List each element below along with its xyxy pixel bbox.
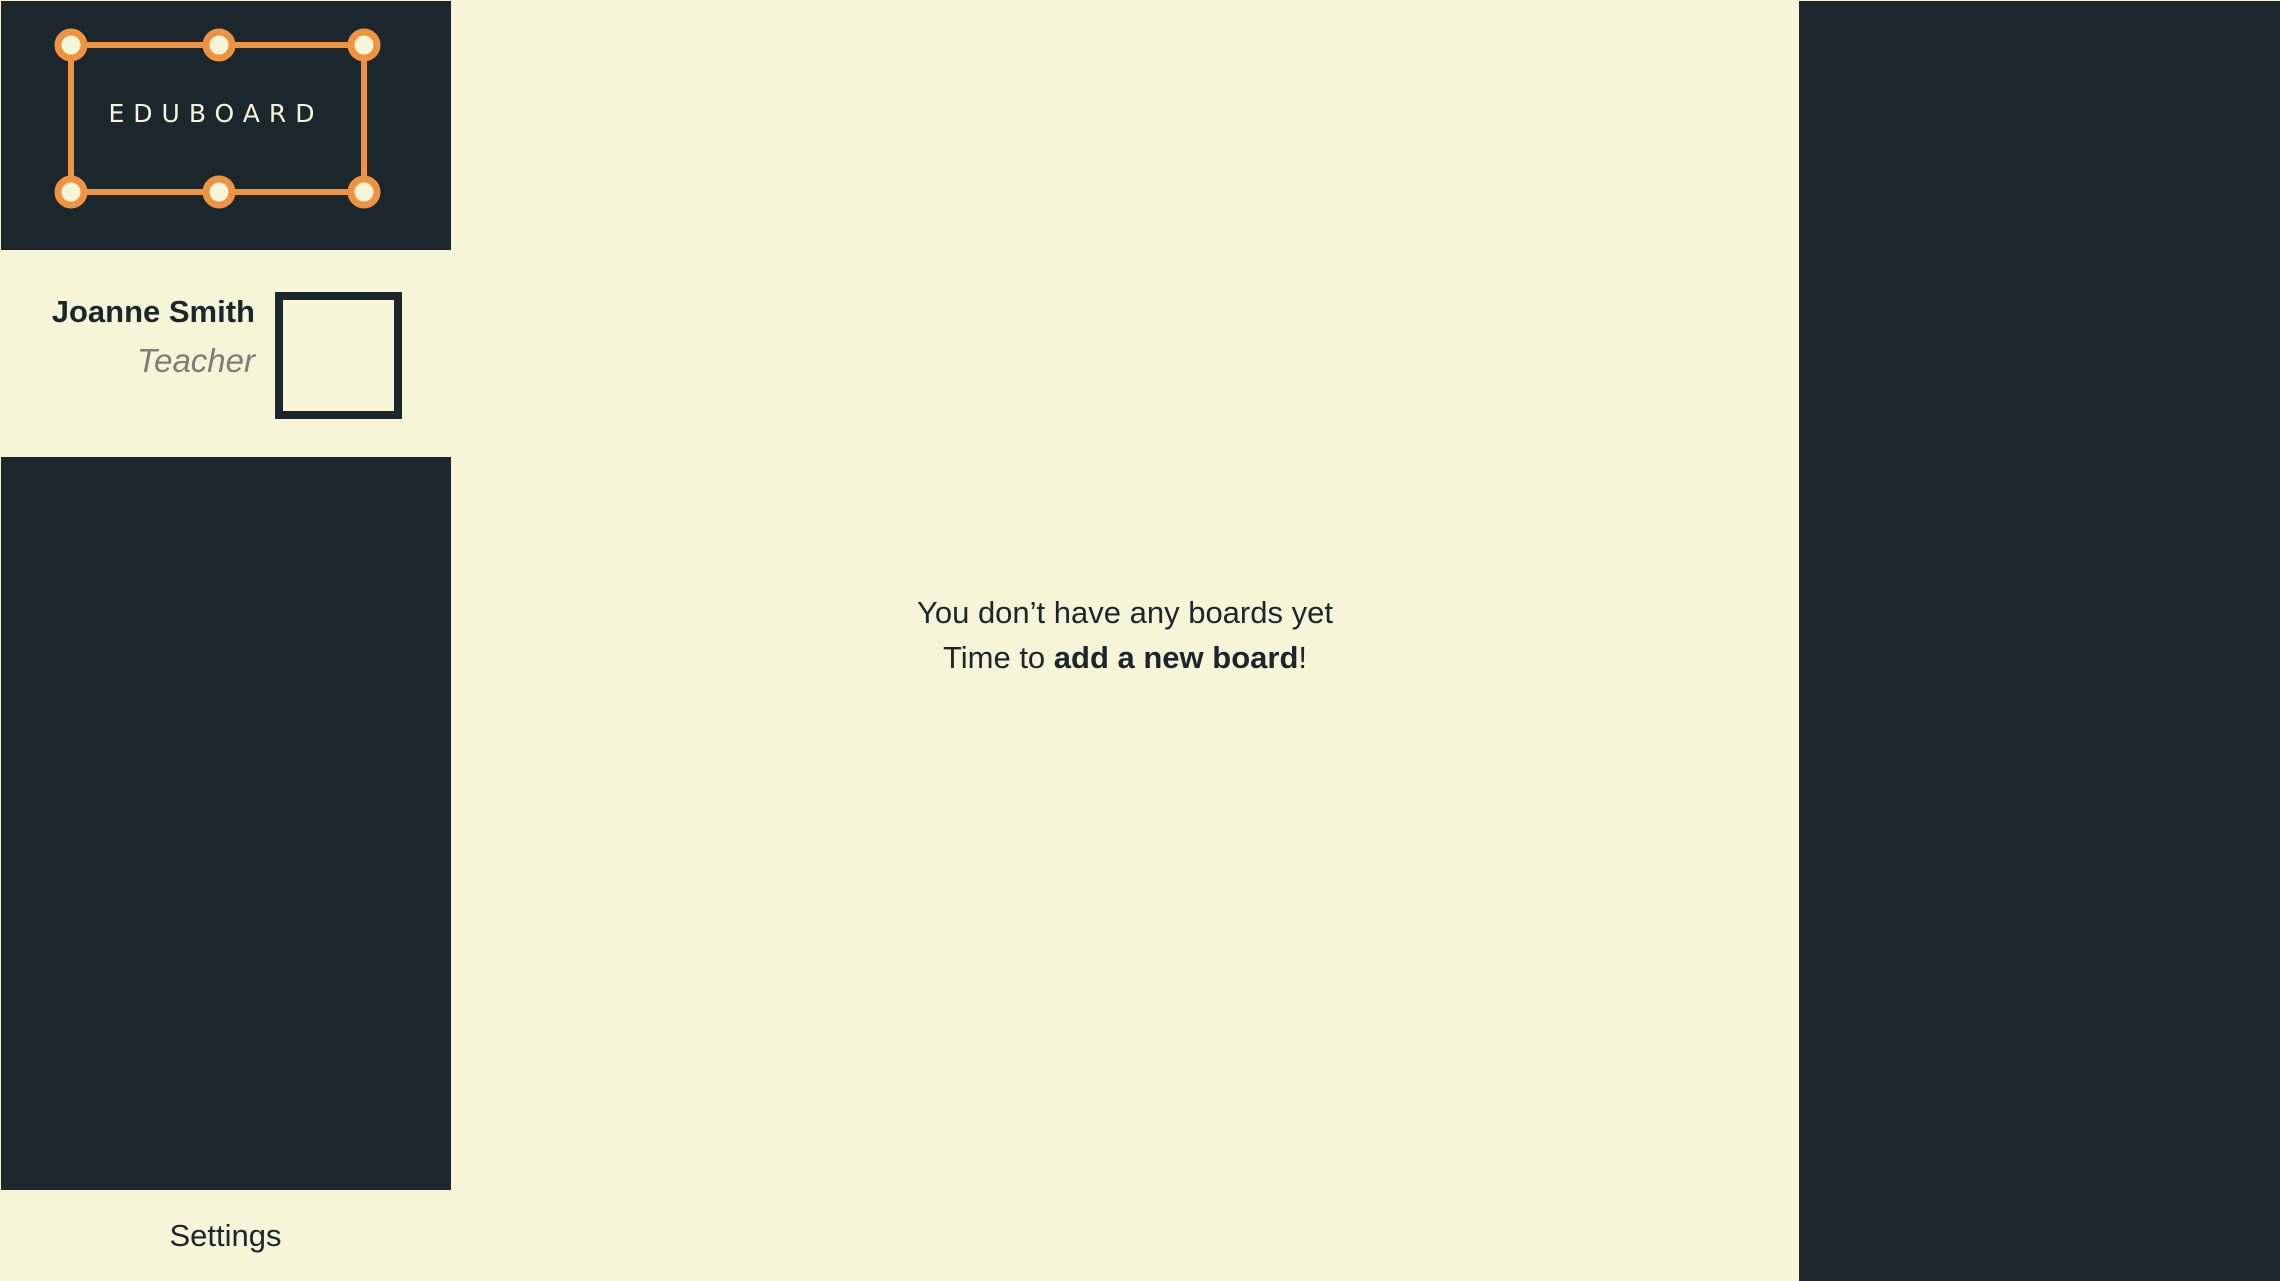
avatar[interactable] [275, 292, 402, 419]
sidebar: EDUBOARD Joanne Smith Teacher Settings [0, 0, 451, 1281]
add-new-board-link[interactable]: add a new board [1054, 640, 1299, 675]
empty-state-message: You don’t have any boards yet Time to ad… [451, 590, 1799, 680]
user-profile: Joanne Smith Teacher [0, 250, 451, 457]
empty-state-prefix: Time to [942, 640, 1054, 675]
main-content: You don’t have any boards yet Time to ad… [451, 0, 1799, 1281]
empty-state-line-1: You don’t have any boards yet [917, 595, 1333, 630]
empty-state-suffix: ! [1298, 640, 1308, 675]
logo-text: EDUBOARD [108, 99, 324, 128]
user-name: Joanne Smith [51, 294, 255, 329]
user-role: Teacher [136, 342, 255, 379]
logo-panel: EDUBOARD [1, 1, 451, 250]
boards-list [1, 457, 451, 1190]
empty-state-line-2: Time to add a new board! [451, 635, 1799, 680]
app-root: EDUBOARD Joanne Smith Teacher Settings Y… [0, 0, 2280, 1281]
right-panel [1799, 1, 2280, 1281]
settings-button[interactable]: Settings [0, 1190, 451, 1281]
